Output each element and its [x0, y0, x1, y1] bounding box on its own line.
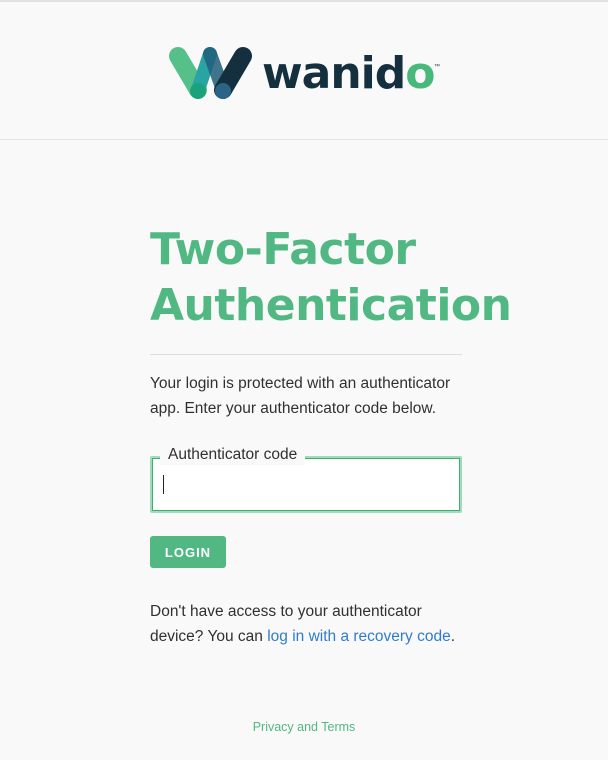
two-factor-form-section: Two-Factor Authentication Your login is …	[150, 222, 512, 665]
logo-mark-icon	[169, 47, 252, 99]
trademark-symbol: ™	[434, 64, 440, 70]
recovery-note-suffix: .	[450, 628, 456, 645]
recovery-note: Don't have access to your authenticator …	[150, 599, 462, 649]
page-description: Your login is protected with an authenti…	[150, 375, 451, 417]
privacy-terms-link[interactable]: Privacy and Terms	[253, 720, 356, 734]
page-footer: Privacy and Terms	[0, 720, 608, 734]
login-button[interactable]: LOGIN	[150, 536, 226, 568]
recovery-code-link[interactable]: log in with a recovery code	[267, 628, 451, 645]
authenticator-code-input[interactable]	[162, 472, 442, 496]
wanido-logo[interactable]: wanido ™	[165, 42, 445, 104]
logo-wordmark: wanido	[262, 48, 435, 99]
authenticator-code-label: Authenticator code	[160, 445, 306, 465]
text-caret	[163, 475, 164, 494]
divider	[150, 354, 462, 355]
page-header: wanido ™	[0, 2, 608, 140]
page-title: Two-Factor Authentication	[150, 224, 512, 331]
authenticator-code-field: Authenticator code	[150, 445, 462, 513]
